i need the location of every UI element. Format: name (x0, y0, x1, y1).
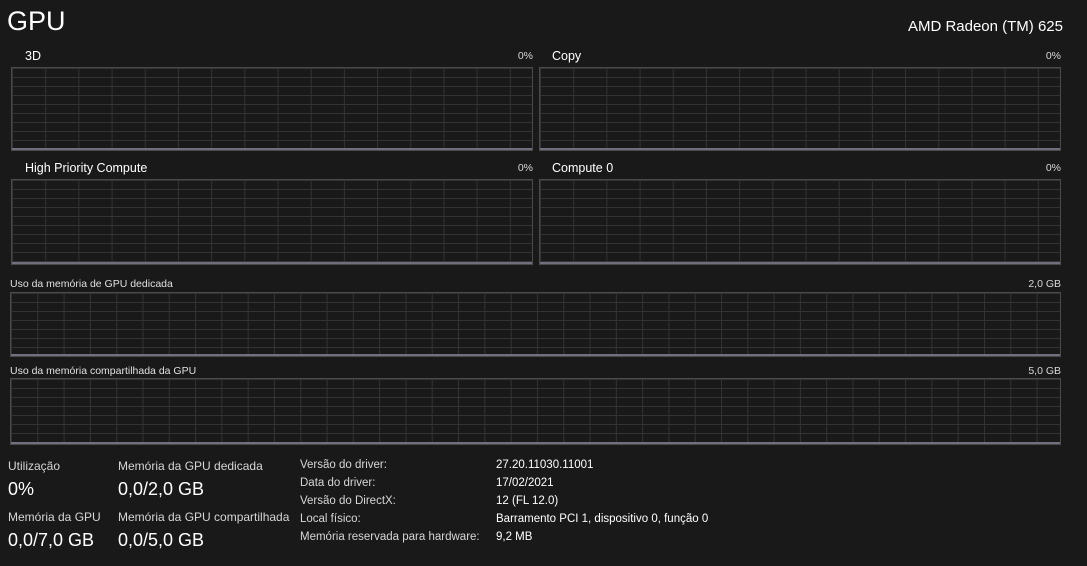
engine-compute-0-max: 0% (1045, 162, 1061, 174)
driver-version-value: 27.20.11030.11001 (496, 459, 594, 471)
engine-copy-graph[interactable] (539, 67, 1061, 151)
shared-memory-graph[interactable] (10, 378, 1061, 445)
shared-memory-value: 0,0/5,0 GB (118, 530, 205, 550)
page-title: GPU (7, 6, 66, 36)
engine-compute-0-graph[interactable] (539, 179, 1061, 265)
engine-high-priority-compute-graph[interactable] (11, 179, 533, 265)
engine-high-priority-compute-label: High Priority Compute (25, 161, 148, 175)
dedicated-memory-graph[interactable] (10, 292, 1061, 357)
engine-copy-label: Copy (552, 49, 582, 63)
dedicated-memory-value: 0,0/2,0 GB (118, 479, 205, 499)
engine-3d-label: 3D (25, 49, 41, 63)
directx-version-label: Versão do DirectX: (300, 495, 396, 507)
driver-date-label: Data do driver: (300, 477, 376, 489)
utilization-value: 0% (8, 479, 35, 499)
engine-3d-max: 0% (517, 50, 533, 62)
gpu-performance-panel: GPU AMD Radeon (TM) 625 3D 0% Copy 0% Hi… (0, 0, 1087, 566)
hardware-reserved-memory-label: Memória reservada para hardware: (300, 531, 480, 543)
utilization-label: Utilização (8, 459, 61, 473)
shared-memory-graph-max: 5,0 GB (1028, 365, 1061, 377)
gpu-memory-label: Memória da GPU (8, 510, 101, 524)
gpu-memory-value: 0,0/7,0 GB (8, 530, 95, 550)
graph-baseline (11, 442, 1060, 444)
engine-high-priority-compute-max: 0% (517, 162, 533, 174)
physical-location-label: Local físico: (300, 513, 361, 525)
graph-baseline (540, 148, 1060, 150)
directx-version-value: 12 (FL 12.0) (496, 495, 559, 507)
driver-version-label: Versão do driver: (300, 459, 387, 471)
graph-baseline (11, 354, 1060, 356)
graph-baseline (540, 262, 1060, 264)
driver-date-value: 17/02/2021 (496, 477, 554, 489)
engine-3d-graph[interactable] (11, 67, 533, 151)
hardware-reserved-memory-value: 9,2 MB (496, 531, 533, 543)
dedicated-memory-graph-max: 2,0 GB (1028, 278, 1061, 290)
physical-location-value: Barramento PCI 1, dispositivo 0, função … (496, 513, 709, 525)
dedicated-memory-label: Memória da GPU dedicada (118, 459, 263, 473)
graph-baseline (12, 262, 532, 264)
gpu-device-name: AMD Radeon (TM) 625 (907, 18, 1063, 35)
graph-baseline (12, 148, 532, 150)
engine-compute-0-label: Compute 0 (552, 161, 614, 175)
shared-memory-graph-label: Uso da memória compartilhada da GPU (10, 365, 197, 377)
dedicated-memory-graph-label: Uso da memória de GPU dedicada (10, 278, 173, 290)
shared-memory-label: Memória da GPU compartilhada (118, 510, 290, 524)
engine-copy-max: 0% (1045, 50, 1061, 62)
